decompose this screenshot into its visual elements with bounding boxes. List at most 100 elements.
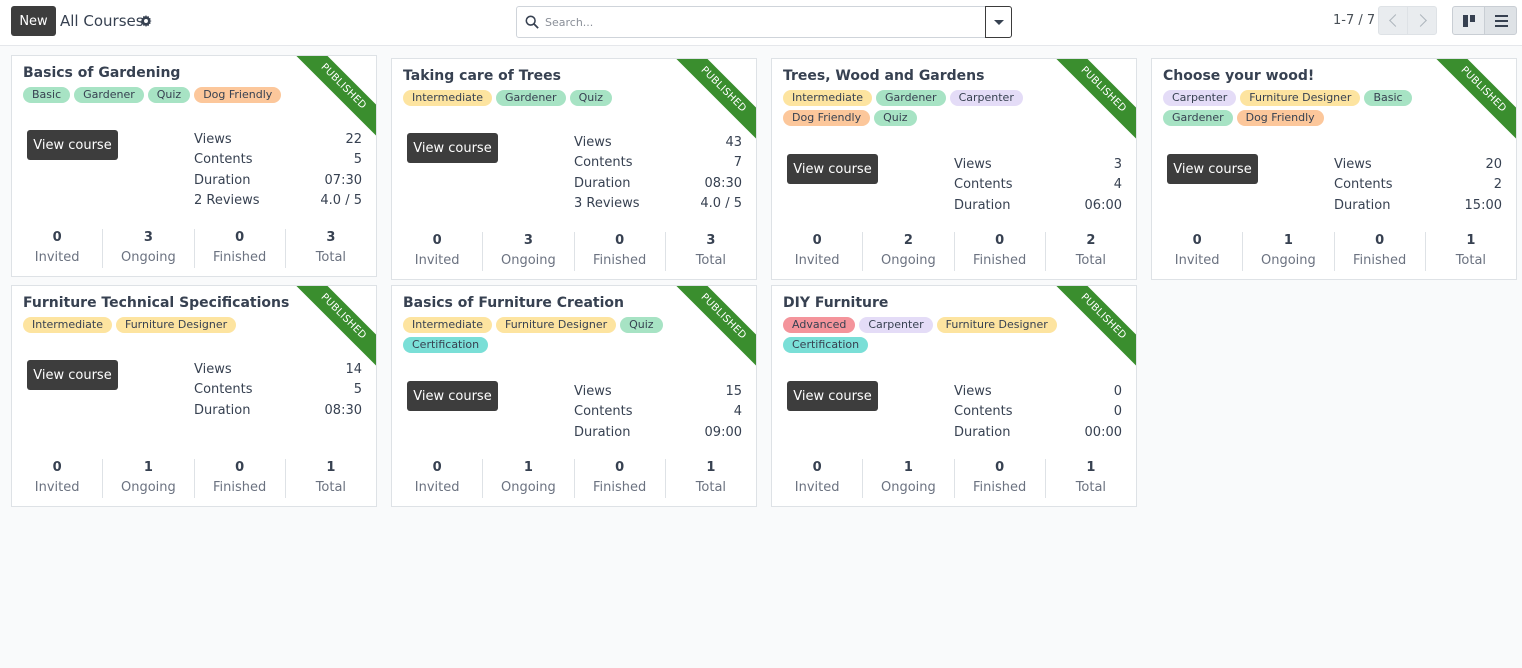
duration-value: 07:30 (324, 172, 362, 188)
total-counter[interactable]: 1 Total (664, 459, 756, 498)
views-label: Views (954, 157, 992, 172)
course-card[interactable]: PUBLISHED Taking care of Trees Intermedi… (391, 58, 757, 280)
views-row: Views 3 (954, 155, 1122, 175)
contents-row: Contents 5 (194, 380, 362, 400)
duration-row: Duration 06:00 (954, 196, 1122, 216)
total-counter[interactable]: 3 Total (664, 232, 756, 271)
attendee-counters: 0 Invited 1 Ongoing 0 Finished 1 Total (12, 456, 376, 506)
views-value: 0 (1113, 384, 1122, 399)
ongoing-counter[interactable]: 1 Ongoing (482, 459, 573, 498)
course-title[interactable]: Choose your wood! (1163, 68, 1314, 84)
finished-counter[interactable]: 0 Finished (1333, 232, 1425, 271)
ongoing-counter[interactable]: 1 Ongoing (862, 459, 953, 498)
course-title[interactable]: DIY Furniture (783, 295, 888, 311)
finished-counter[interactable]: 0 Finished (193, 229, 285, 268)
ongoing-counter[interactable]: 1 Ongoing (1242, 232, 1333, 271)
course-card[interactable]: PUBLISHED Basics of Gardening Basic Garde… (11, 55, 377, 277)
new-button[interactable]: New (11, 6, 56, 36)
view-course-button[interactable]: View course (787, 381, 878, 411)
view-course-button[interactable]: View course (407, 133, 498, 163)
invited-counter[interactable]: 0 Invited (12, 229, 102, 268)
invited-counter[interactable]: 0 Invited (1152, 232, 1242, 271)
view-course-button[interactable]: View course (27, 360, 118, 390)
invited-counter[interactable]: 0 Invited (772, 232, 862, 271)
course-tag: Furniture Designer (936, 317, 1057, 333)
total-label: Total (1455, 253, 1487, 268)
ongoing-counter[interactable]: 3 Ongoing (102, 229, 193, 268)
contents-label: Contents (194, 382, 253, 398)
attendee-counters: 0 Invited 3 Ongoing 0 Finished 3 Total (392, 229, 756, 279)
finished-counter[interactable]: 0 Finished (573, 232, 665, 271)
ongoing-counter[interactable]: 3 Ongoing (482, 232, 573, 271)
total-count: 2 (1086, 233, 1096, 248)
course-stats: Views 15 Contents 4 Duration 09:00 (574, 382, 742, 443)
pager-next-button[interactable] (1407, 6, 1437, 35)
contents-label: Contents (194, 152, 253, 168)
finished-count: 0 (235, 460, 245, 475)
invited-label: Invited (794, 253, 840, 268)
search-bar (516, 6, 1012, 38)
total-counter[interactable]: 1 Total (1044, 459, 1136, 498)
invited-counter[interactable]: 0 Invited (12, 459, 102, 498)
ongoing-label: Ongoing (500, 480, 556, 495)
search-options-toggle[interactable] (985, 6, 1012, 38)
duration-label: Duration (574, 175, 631, 191)
total-counter[interactable]: 1 Total (284, 459, 376, 498)
reviews-label: 3 Reviews (574, 196, 640, 212)
course-card[interactable]: PUBLISHED Trees, Wood and Gardens Interm… (771, 58, 1137, 280)
invited-counter[interactable]: 0 Invited (772, 459, 862, 498)
invited-count: 0 (812, 233, 822, 248)
course-card[interactable]: PUBLISHED DIY Furniture Advanced Carpente… (771, 285, 1137, 507)
course-title[interactable]: Basics of Furniture Creation (403, 295, 624, 311)
course-card[interactable]: PUBLISHED Basics of Furniture Creation I… (391, 285, 757, 507)
view-course-button[interactable]: View course (407, 381, 498, 411)
finished-counter[interactable]: 0 Finished (953, 232, 1045, 271)
course-title[interactable]: Taking care of Trees (403, 68, 561, 84)
list-view-button[interactable] (1484, 6, 1517, 35)
course-tag: Carpenter (859, 317, 933, 333)
course-card[interactable]: PUBLISHED Furniture Technical Specificat… (11, 285, 377, 507)
pager-previous-button[interactable] (1378, 6, 1408, 35)
finished-counter[interactable]: 0 Finished (953, 459, 1045, 498)
reviews-row: 3 Reviews 4.0 / 5 (574, 194, 742, 214)
ongoing-count: 2 (903, 233, 913, 248)
view-course-button[interactable]: View course (27, 130, 118, 160)
total-counter[interactable]: 3 Total (284, 229, 376, 268)
view-course-button[interactable]: View course (787, 154, 878, 184)
invited-counter[interactable]: 0 Invited (392, 232, 482, 271)
rating-value: 4.0 / 5 (320, 193, 362, 209)
duration-value: 09:00 (704, 424, 742, 440)
views-value: 43 (725, 135, 742, 150)
invited-label: Invited (414, 253, 460, 268)
invited-count: 0 (432, 233, 442, 248)
course-tag: Intermediate (403, 90, 492, 106)
finished-label: Finished (592, 480, 647, 495)
pager-value[interactable]: 1-7 / 7 (1333, 13, 1375, 28)
duration-label: Duration (574, 424, 631, 440)
total-label: Total (695, 253, 727, 268)
total-counter[interactable]: 2 Total (1044, 232, 1136, 271)
course-tag: Gardener (495, 90, 566, 106)
finished-counter[interactable]: 0 Finished (193, 459, 285, 498)
course-card[interactable]: PUBLISHED Choose your wood! Carpenter Fur… (1151, 58, 1517, 280)
ongoing-counter[interactable]: 2 Ongoing (862, 232, 953, 271)
finished-label: Finished (972, 253, 1027, 268)
view-course-button[interactable]: View course (1167, 154, 1258, 184)
attendee-counters: 0 Invited 1 Ongoing 0 Finished 1 Total (1152, 229, 1516, 279)
caret-down-icon (994, 20, 1004, 25)
gear-icon[interactable] (140, 15, 152, 27)
finished-counter[interactable]: 0 Finished (573, 459, 665, 498)
invited-counter[interactable]: 0 Invited (392, 459, 482, 498)
duration-label: Duration (1334, 197, 1391, 213)
total-counter[interactable]: 1 Total (1424, 232, 1516, 271)
course-title[interactable]: Trees, Wood and Gardens (783, 68, 984, 84)
ongoing-counter[interactable]: 1 Ongoing (102, 459, 193, 498)
search-input[interactable] (545, 12, 985, 32)
total-label: Total (315, 250, 347, 265)
course-title[interactable]: Furniture Technical Specifications (23, 295, 289, 311)
kanban-view-button[interactable] (1452, 6, 1485, 35)
duration-row: Duration 08:30 (574, 174, 742, 194)
course-tag: Certification (783, 337, 869, 353)
duration-value: 15:00 (1464, 197, 1502, 213)
course-title[interactable]: Basics of Gardening (23, 65, 180, 81)
